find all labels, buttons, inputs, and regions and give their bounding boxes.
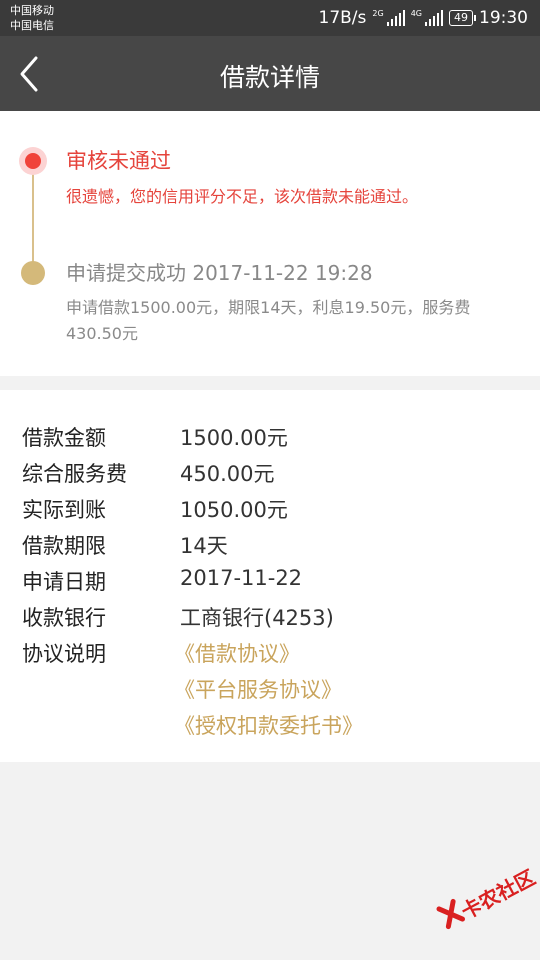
service-agreement-link[interactable]: 《平台服务协议》 [174, 674, 342, 704]
rejected-description: 很遗憾，您的信用评分不足，该次借款未能通过。 [66, 187, 419, 206]
page-title: 借款详情 [219, 63, 320, 92]
detail-label: 借款金额 [22, 426, 106, 450]
watermark-logo: 卡农社区 [432, 855, 540, 946]
detail-value: 1500.00元 [180, 426, 288, 450]
status-indicators: 17B/s 2G 4G 49 19:30 [319, 0, 528, 36]
submitted-dot-icon [21, 261, 45, 285]
carrier-2: 中国电信 [10, 19, 54, 32]
loan-details: 借款金额 1500.00元 综合服务费 450.00元 实际到账 1050.00… [0, 390, 540, 762]
carrier-1: 中国移动 [10, 4, 54, 17]
detail-label: 协议说明 [22, 642, 106, 666]
submitted-title: 申请提交成功 2017-11-22 19:28 [66, 261, 373, 285]
clock: 19:30 [479, 8, 528, 28]
status-timeline: 审核未通过 很遗憾，您的信用评分不足，该次借款未能通过。 申请提交成功 2017… [0, 111, 540, 376]
watermark-text: 卡农社区 [457, 865, 540, 924]
detail-value: 1050.00元 [180, 498, 288, 522]
status-bar: 中国移动 中国电信 17B/s 2G 4G 49 19:30 [0, 0, 540, 36]
detail-label: 综合服务费 [22, 462, 127, 486]
network-speed: 17B/s [318, 8, 367, 28]
signal-icon-2: 4G [411, 10, 443, 26]
rejected-dot-icon [25, 153, 41, 169]
rejected-title: 审核未通过 [66, 149, 171, 173]
detail-label: 申请日期 [22, 570, 106, 594]
detail-value: 14天 [180, 534, 228, 558]
detail-value: 2017-11-22 [180, 566, 303, 590]
signal-icon: 2G [372, 10, 405, 26]
loan-agreement-link[interactable]: 《借款协议》 [174, 638, 300, 668]
timeline-line [32, 161, 34, 273]
debit-authorization-link[interactable]: 《授权扣款委托书》 [174, 710, 363, 740]
detail-value: 450.00元 [180, 462, 275, 486]
detail-label: 收款银行 [22, 606, 106, 630]
submitted-description: 申请借款1500.00元，期限14天，利息19.50元，服务费430.50元 [66, 298, 471, 343]
carrier-info: 中国移动 中国电信 [10, 3, 54, 33]
detail-label: 实际到账 [22, 498, 106, 522]
navigation-bar: 借款详情 [0, 36, 540, 111]
detail-value: 工商银行(4253) [180, 606, 334, 630]
battery-icon: 49 [449, 10, 476, 26]
detail-label: 借款期限 [22, 534, 106, 558]
